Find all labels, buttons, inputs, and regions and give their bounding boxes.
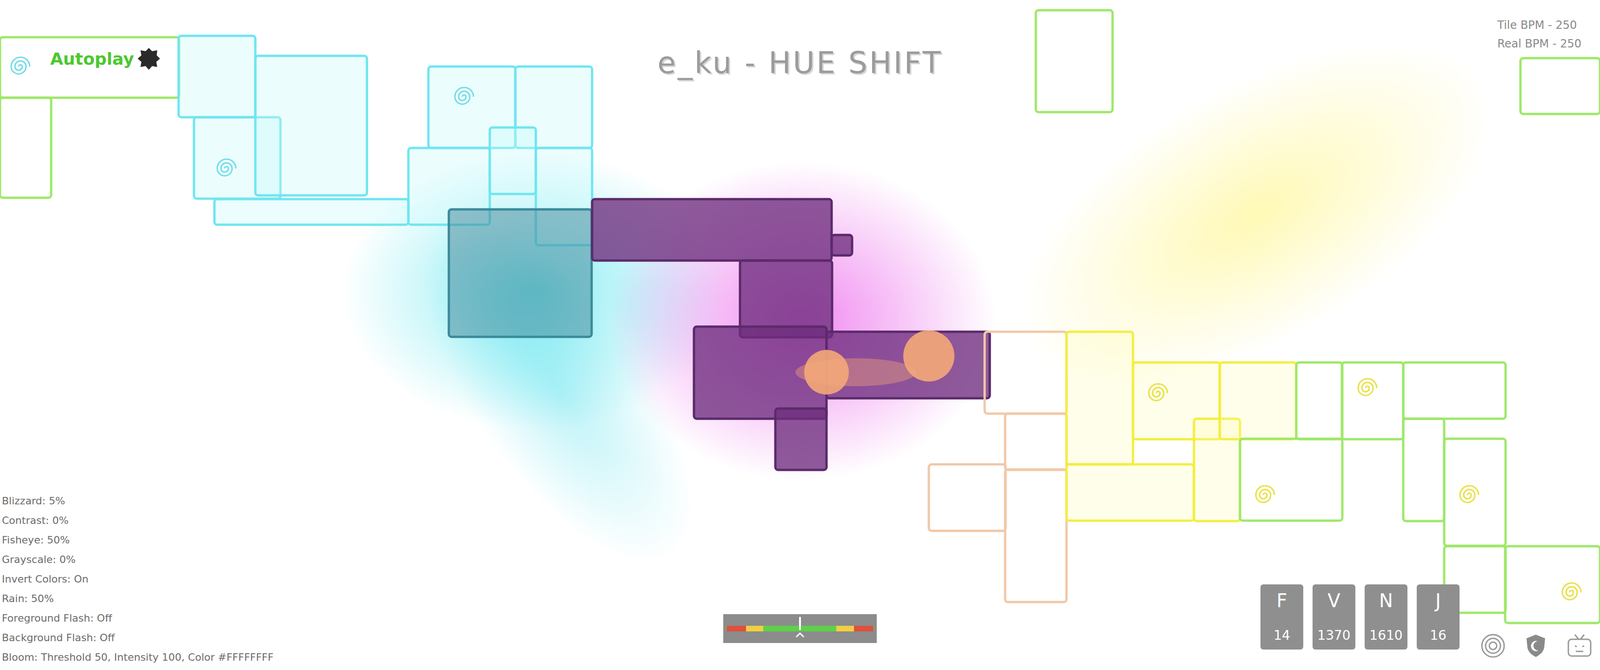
key-letter: F — [1276, 589, 1287, 612]
track-tile — [1005, 413, 1067, 470]
key-letter: J — [1435, 589, 1441, 612]
meter-marker — [795, 616, 805, 638]
fire-planet — [804, 349, 849, 395]
bpm-line: Real BPM - 250 — [1497, 37, 1582, 51]
key-counter: V 1370 — [1312, 584, 1356, 650]
status-icons — [1480, 632, 1594, 659]
track-tile — [831, 234, 853, 256]
key-count: 14 — [1273, 627, 1291, 643]
track-tile — [178, 35, 256, 118]
track-tile — [1219, 362, 1297, 440]
key-count: 16 — [1429, 627, 1447, 643]
setting-line: Contrast: 0% — [1, 510, 724, 531]
track-tile — [1005, 469, 1067, 602]
setting-line: Foreground Flash: Off — [1, 608, 724, 628]
setting-line: Grayscale: 0% — [1, 549, 724, 570]
key-counter: F 14 — [1260, 584, 1304, 650]
track-tile — [1341, 362, 1404, 440]
swirl-icon — [1148, 383, 1168, 401]
meter-zone — [853, 625, 874, 632]
autoplay-indicator: Autoplay — [0, 0, 658, 71]
track-tile — [1066, 331, 1134, 465]
swirl-icon — [1562, 582, 1581, 600]
track-tile — [448, 209, 592, 337]
track-tile — [1505, 546, 1600, 623]
hud: Autoplay e_ku - HUE SHIFT Tile BPM - 250 Re… — [0, 0, 1600, 670]
track-tile — [984, 331, 1067, 414]
swirl-icon — [454, 87, 474, 105]
ice-planet — [903, 330, 955, 382]
track-tile — [0, 97, 52, 198]
key-letter: N — [1379, 589, 1394, 612]
hit-error-meter — [723, 613, 877, 670]
tv-icon — [1565, 632, 1594, 659]
autoplay-label: Autoplay — [50, 49, 134, 69]
meter-zone — [746, 625, 764, 632]
key-counter: J 16 — [1416, 584, 1460, 650]
bottom-bar: Blizzard: 5%Contrast: 0%Fisheye: 50%Gray… — [0, 491, 1600, 670]
track-tile — [775, 408, 827, 470]
game-screen: Autoplay e_ku - HUE SHIFT Tile BPM - 250 Re… — [0, 0, 1600, 670]
track-tile — [1035, 10, 1113, 113]
key-count: 1610 — [1369, 627, 1403, 643]
setting-line: Blizzard: 5% — [1, 491, 724, 511]
top-bar: Autoplay e_ku - HUE SHIFT Tile BPM - 250 Re… — [0, 0, 1600, 80]
track-tile — [1403, 362, 1506, 419]
settings-list: Blizzard: 5%Contrast: 0%Fisheye: 50%Gray… — [0, 491, 724, 670]
autoplay-blob-icon — [136, 46, 161, 71]
meter-zone — [836, 625, 854, 632]
track-tile — [1520, 58, 1600, 114]
play-field — [0, 0, 1600, 670]
key-viewer: F 14 V 1370 N 1610 J 16 — [1260, 584, 1460, 659]
track-tile — [0, 37, 180, 98]
key-viewer-area: F 14 V 1370 N 1610 J 16 — [876, 584, 1600, 670]
setting-line: Fisheye: 50% — [1, 530, 724, 550]
track-tile — [1403, 418, 1445, 521]
song-title: e_ku - HUE SHIFT — [657, 0, 943, 80]
track-tile — [214, 199, 409, 225]
meter-frame — [723, 613, 877, 643]
caret-icon — [795, 631, 805, 638]
bpm-display: Tile BPM - 250 Real BPM - 250 — [1497, 0, 1600, 51]
key-letter: V — [1327, 589, 1340, 612]
track-tile — [489, 127, 536, 194]
target-icon — [1480, 632, 1507, 659]
track-tile — [1444, 438, 1506, 546]
setting-line: Bloom: Threshold 50, Intensity 100, Colo… — [1, 647, 724, 667]
shield-icon — [1522, 632, 1549, 659]
track-tile — [1296, 362, 1343, 440]
track-tile — [928, 464, 1006, 531]
bpm-line: Tile BPM - 250 — [1497, 18, 1582, 32]
setting-line: Invert Colors: On — [1, 569, 724, 589]
swirl-icon — [1358, 378, 1377, 396]
track-tile — [1066, 464, 1194, 521]
track-tile — [592, 199, 832, 261]
setting-line: Rain: 50% — [1, 588, 724, 609]
swirl-icon — [1460, 485, 1479, 503]
track — [0, 0, 1600, 670]
swirl-icon — [1255, 485, 1275, 503]
swirl-icon — [11, 57, 30, 74]
setting-line: Background Flash: Off — [1, 627, 724, 648]
meter-zone — [726, 625, 747, 632]
key-count: 1370 — [1317, 627, 1351, 643]
track-tile — [255, 55, 367, 196]
swirl-icon — [217, 159, 236, 176]
track-tile — [1240, 438, 1343, 521]
key-counter: N 1610 — [1364, 584, 1408, 650]
